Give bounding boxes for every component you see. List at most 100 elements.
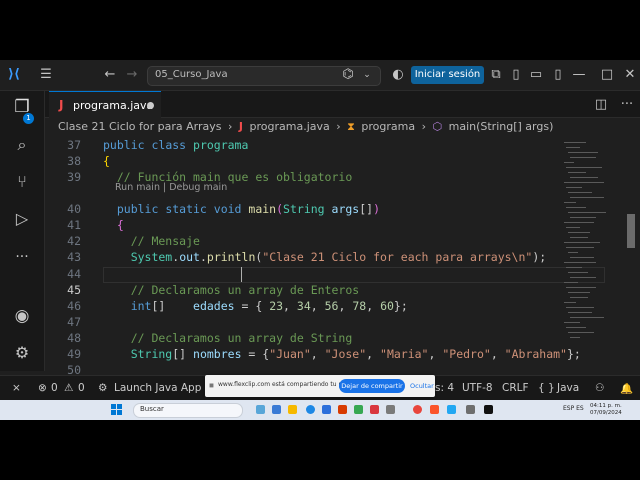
tab-programa-java[interactable]: J programa.java [49,91,161,118]
more-icon[interactable]: ··· [12,249,32,265]
signin-button[interactable]: Iniciar sesión [411,66,484,84]
edge-icon[interactable] [306,405,315,414]
start-icon[interactable] [111,404,122,415]
launch-icon[interactable]: ⚙ [98,382,107,394]
run-debug-icon[interactable]: ▷ [12,211,32,227]
minimap-line [566,207,586,208]
scrollbar-thumb[interactable] [627,214,635,248]
code-line[interactable]: // Declaramos un array de String [103,331,353,345]
search-icon[interactable]: ⌕ [12,137,32,153]
codelens-run-debug[interactable]: Run main | Debug main [115,182,227,193]
line-number: 43 [67,250,81,264]
copilot-icon[interactable]: ⌬ [340,67,356,83]
chrome-icon[interactable] [413,405,422,414]
code-line[interactable]: { [103,154,110,168]
store-icon[interactable] [322,405,331,414]
indent-setting[interactable]: s: 4 [435,382,454,394]
source-control-icon[interactable]: ⑂ [12,174,32,190]
line-number: 45 [67,283,81,297]
code-token: out [179,250,200,264]
back-arrow-icon[interactable]: ← [102,67,118,83]
minimap-line [566,287,596,288]
toggle-sidebar-icon[interactable]: ▯ [509,67,523,83]
close-icon[interactable]: ✕ [623,67,637,83]
minimap-line [570,237,588,238]
minimize-icon[interactable]: — [572,67,586,83]
line-number: 44 [67,267,81,281]
breadcrumb-method[interactable]: main(String[] args) [449,120,554,133]
unsaved-dot-icon[interactable] [147,102,154,109]
gear-icon[interactable]: ⚙ [12,345,32,361]
line-ending[interactable]: CRLF [502,382,529,394]
vscode-window: ⟩⟨ ☰ ← → 05_Curso_Java ⌬ ⌄ ◐ Iniciar ses… [0,60,640,400]
code-token: = { [241,347,270,361]
code-line[interactable]: String[] nombres = {"Juan", "Jose", "Mar… [103,347,581,361]
app-icon[interactable] [466,405,475,414]
accounts-half-icon[interactable]: ◐ [391,67,405,83]
maximize-icon[interactable]: □ [600,67,614,83]
file-explorer-icon[interactable] [288,405,297,414]
error-count[interactable]: 0 [51,382,58,394]
minimap[interactable] [560,138,620,371]
code-token: [] [151,299,194,313]
code-line[interactable]: public static void main(String args[]) [103,202,380,216]
code-token: , [310,347,325,361]
minimap-line [568,252,578,253]
code-line[interactable]: public class programa [103,138,248,152]
split-editor-icon[interactable]: ◫ [594,97,608,113]
line-number: 39 [67,170,81,184]
minimap-line [568,212,606,213]
layout-icon[interactable]: ⧉ [489,67,503,83]
minimap-line [570,217,596,218]
app-icon[interactable] [386,405,395,414]
feedback-icon[interactable]: ⚇ [595,382,604,394]
code-token: println [206,250,256,264]
more-actions-icon[interactable]: ··· [620,97,634,113]
app-icon[interactable] [354,405,363,414]
clock[interactable]: 04:11 p. m. 07/09/2024 [590,403,622,417]
widgets-icon[interactable] [256,405,265,414]
stop-sharing-button[interactable]: Dejar de compartir [339,379,405,393]
notifications-icon[interactable]: 🔔 [620,382,633,395]
breadcrumb-folder[interactable]: Clase 21 Ciclo for para Arrays [58,120,222,133]
class-icon: ⧗ [347,120,355,133]
terminal-icon[interactable] [484,405,493,414]
menu-hamburger-icon[interactable]: ☰ [38,67,54,83]
minimap-line [564,282,578,283]
chevron-down-icon[interactable]: ⌄ [361,67,373,83]
taskbar-search[interactable]: Buscar [133,403,243,418]
forward-arrow-icon[interactable]: → [124,67,140,83]
language-mode[interactable]: Java [557,382,579,394]
code-line[interactable]: int[] edades = { 23, 34, 56, 78, 60}; [103,299,408,313]
scrollbar[interactable] [624,138,636,371]
remote-icon[interactable]: ⨯ [12,382,21,394]
minimap-line [570,197,604,198]
code-line[interactable]: // Mensaje [103,234,200,248]
toggle-secondary-sidebar-icon[interactable]: ▯ [551,67,565,83]
toggle-panel-icon[interactable]: ▭ [529,67,543,83]
code-editor[interactable]: 37 public class programa 38{39 // Función … [45,138,623,377]
error-icon[interactable]: ⊗ [38,382,47,394]
brave-icon[interactable] [430,405,439,414]
breadcrumb-sep-icon: › [228,120,233,133]
code-token: , [283,299,297,313]
code-line[interactable]: // Declaramos un array de Enteros [103,283,360,297]
hide-share-bar-link[interactable]: Ocultar [410,382,434,390]
breadcrumb-file[interactable]: programa.java [250,120,330,133]
minimap-line [570,297,588,298]
office-icon[interactable] [338,405,347,414]
warning-count[interactable]: 0 [78,382,85,394]
language-indicator[interactable]: ESP ES [563,405,584,412]
app-icon[interactable] [370,405,379,414]
tab-label: programa.java [73,99,154,112]
code-line[interactable]: System.out.println("Clase 21 Ciclo for e… [103,250,547,264]
warning-icon[interactable]: ⚠ [64,382,73,394]
minimap-line [566,187,582,188]
code-line[interactable]: { [103,218,124,232]
account-icon[interactable]: ◉ [12,308,32,325]
vscode-taskbar-icon[interactable] [447,405,456,414]
encoding[interactable]: UTF-8 [462,382,493,394]
app-icon[interactable] [272,405,281,414]
minimap-line [568,192,592,193]
breadcrumb-class[interactable]: programa [361,120,415,133]
